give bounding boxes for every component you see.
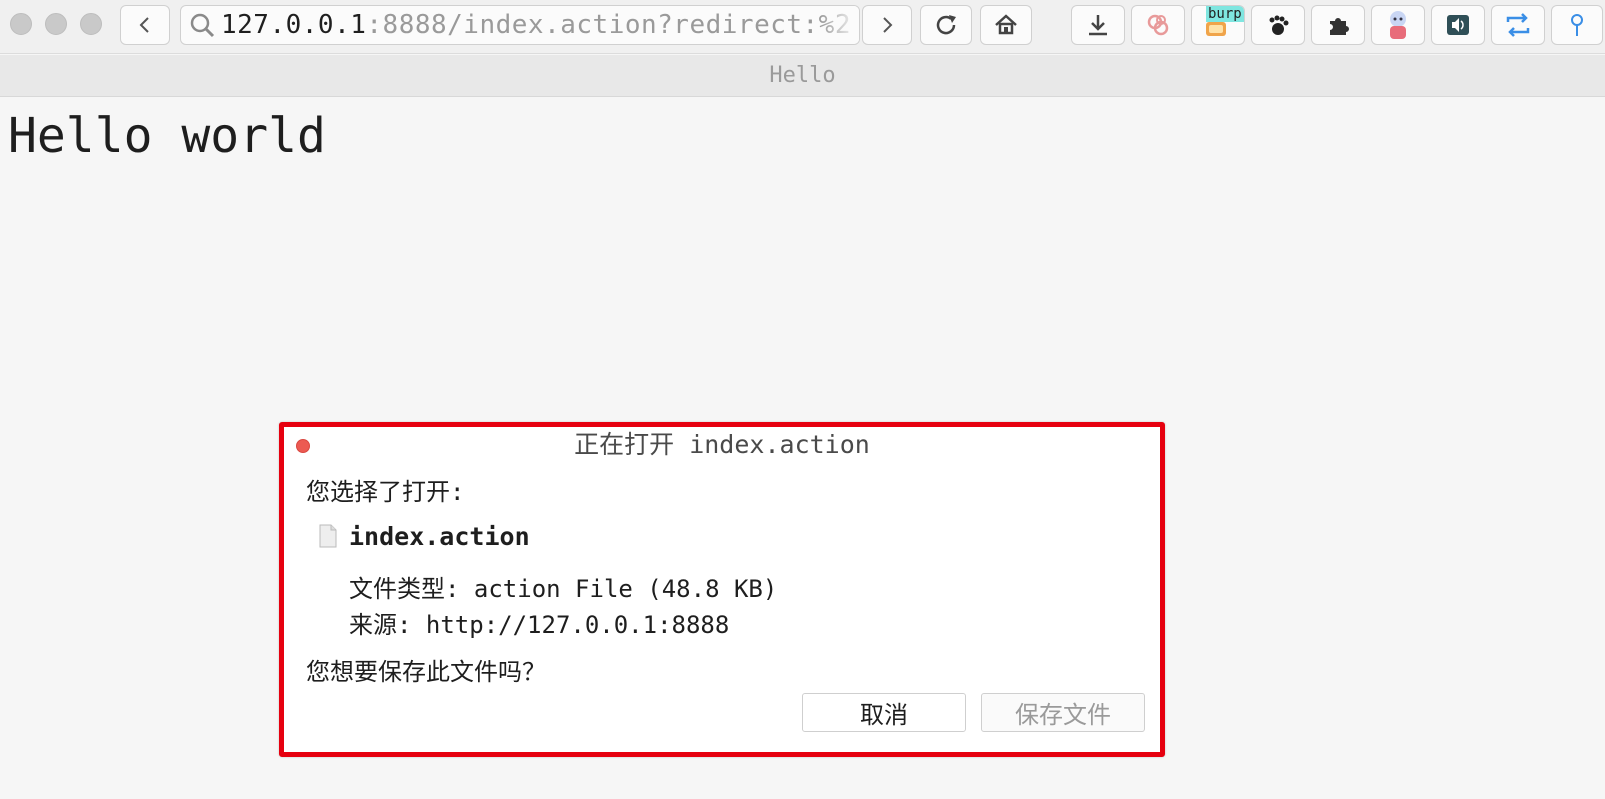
url-host: 127.0.0.1 [221, 10, 367, 40]
window-minimize-button[interactable] [45, 13, 67, 35]
extension-avatar-button[interactable] [1371, 5, 1425, 45]
window-close-button[interactable] [10, 13, 32, 35]
downloads-button[interactable] [1071, 5, 1125, 45]
open-file-dialog: 正在打开 index.action 您选择了打开: index.action 文… [279, 422, 1165, 757]
extension-speaker-button[interactable] [1431, 5, 1485, 45]
back-button[interactable] [120, 5, 170, 45]
speaker-extension-icon [1447, 15, 1469, 35]
pin-extension-icon [1571, 14, 1583, 36]
burp-badge: burp [1206, 6, 1244, 22]
page-heading: Hello world [8, 108, 326, 164]
search-icon [190, 13, 215, 38]
extension-burp-button[interactable]: burp [1191, 5, 1245, 45]
sync-extension-icon [1506, 13, 1530, 37]
window-title-bar: Hello [0, 55, 1605, 97]
dialog-title: 正在打开 index.action [574, 430, 870, 459]
browser-toolbar: 127.0.0.1:8888/index.action?redirect:%2 [0, 0, 1605, 54]
save-file-button[interactable]: 保存文件 [981, 693, 1145, 732]
avatar-extension-icon [1390, 11, 1406, 39]
dialog-filename: index.action [349, 522, 530, 551]
window-title: Hello [769, 63, 836, 88]
extension-footprint-button[interactable] [1251, 5, 1305, 45]
chevron-right-icon [883, 17, 893, 33]
dialog-source: 来源: http://127.0.0.1:8888 [349, 611, 730, 639]
chevron-left-icon [139, 17, 149, 33]
reload-button[interactable] [920, 5, 972, 45]
footprint-extension-icon [1269, 15, 1289, 35]
url-path: :8888/index.action?redirect:%2 [366, 10, 851, 40]
address-bar[interactable]: 127.0.0.1:8888/index.action?redirect:%2 [180, 5, 860, 45]
extension-rings-button[interactable] [1131, 5, 1185, 45]
url-fade [819, 6, 859, 44]
cancel-button[interactable]: 取消 [802, 693, 966, 732]
extension-puzzle-button[interactable] [1311, 5, 1365, 45]
extension-pin-button[interactable] [1551, 5, 1603, 45]
file-icon [319, 524, 337, 548]
forward-button[interactable] [862, 5, 912, 45]
home-icon [995, 14, 1017, 35]
rings-extension-icon [1147, 14, 1169, 36]
download-icon [1089, 15, 1107, 36]
reload-icon [936, 15, 956, 35]
puzzle-extension-icon [1330, 18, 1349, 35]
dialog-filetype: 文件类型: action File (48.8 KB) [349, 575, 778, 603]
url-text: 127.0.0.1:8888/index.action?redirect:%2 [221, 10, 851, 40]
extension-sync-button[interactable] [1491, 5, 1545, 45]
dialog-chosen-label: 您选择了打开: [306, 478, 465, 506]
window-maximize-button[interactable] [80, 13, 102, 35]
dialog-question: 您想要保存此文件吗？ [306, 658, 546, 686]
home-button[interactable] [980, 5, 1032, 45]
